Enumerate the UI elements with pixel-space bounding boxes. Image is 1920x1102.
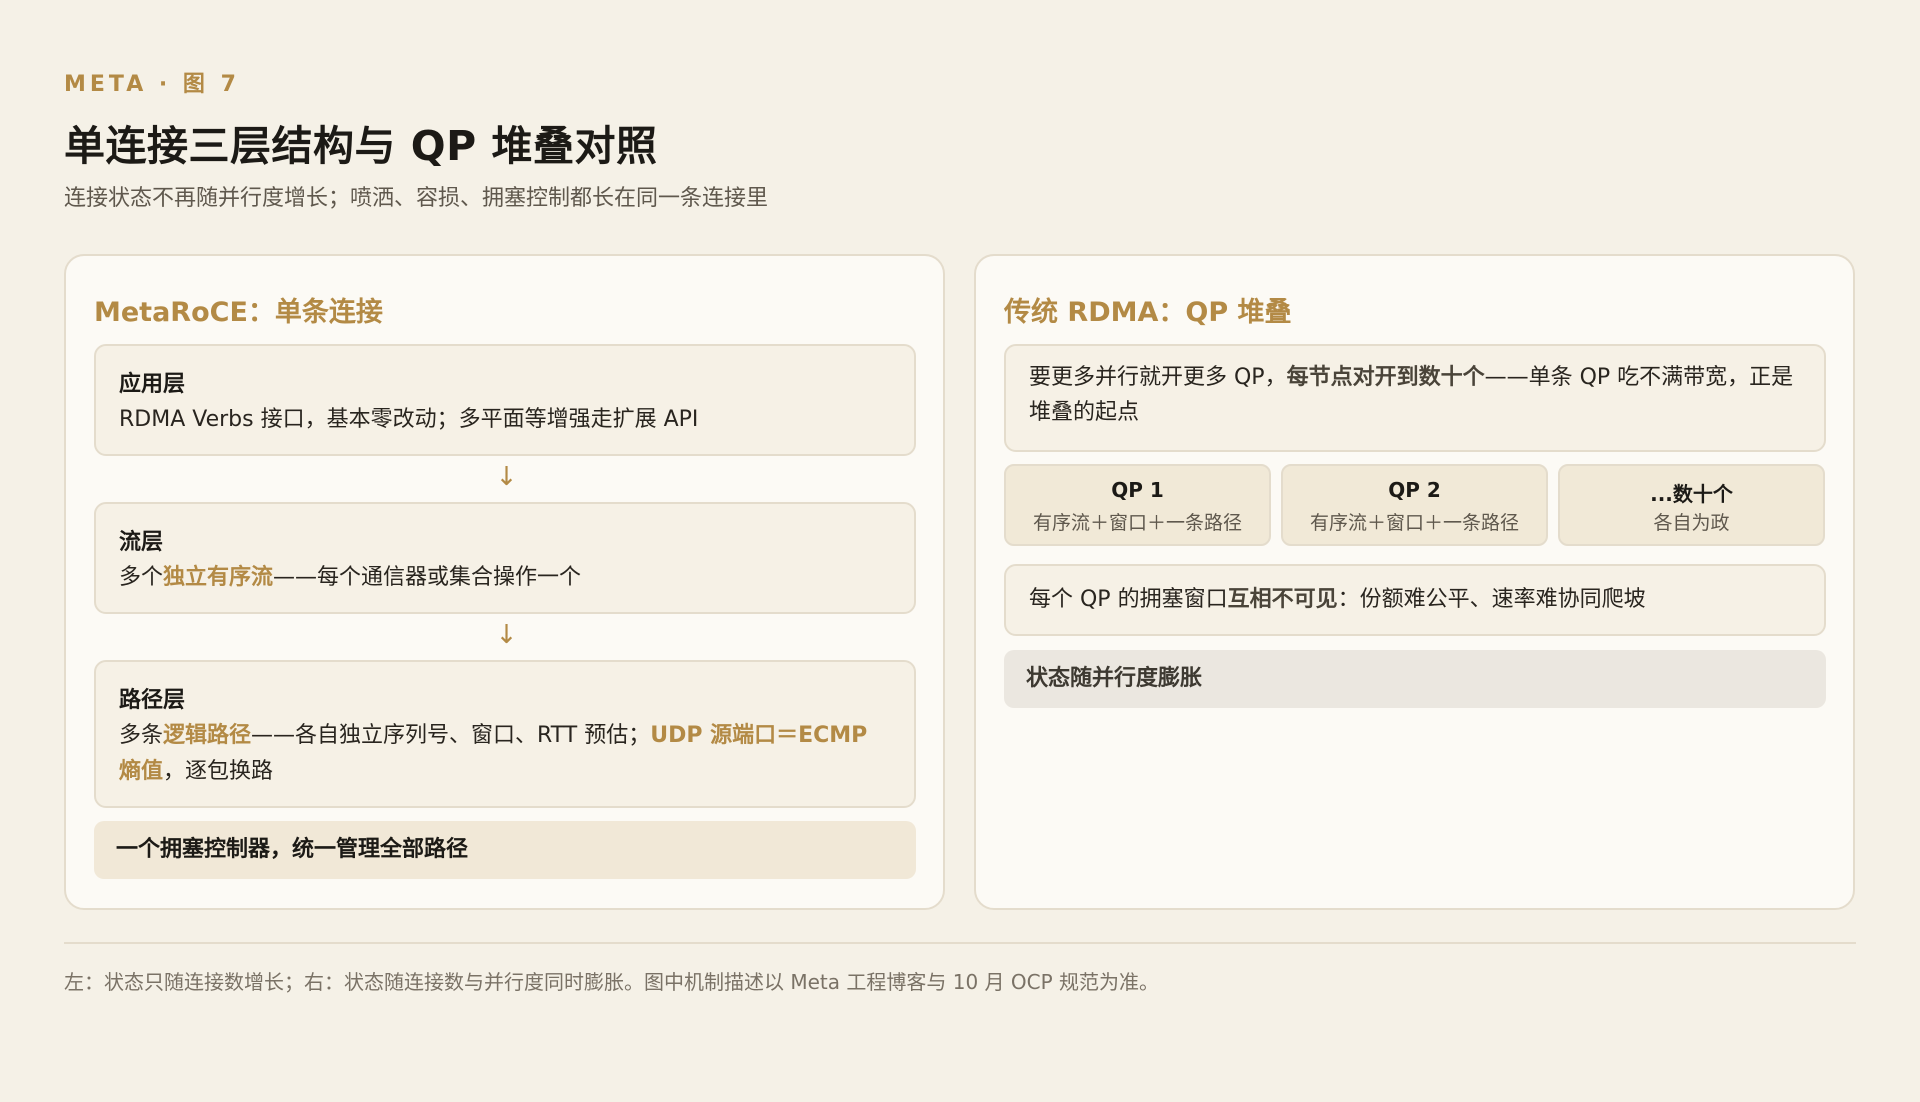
traditional-rdma-panel: 传统 RDMA：QP 堆叠 要更多并行就开更多 QP，每节点对开到数十个——单条… [974, 254, 1855, 910]
application-layer-box: 应用层 RDMA Verbs 接口，基本零改动；多平面等增强走扩展 API [94, 344, 916, 456]
path-layer-box: 路径层 多条逻辑路径——各自独立序列号、窗口、RTT 预估；UDP 源端口＝EC… [94, 660, 916, 808]
footer-divider [64, 942, 1856, 944]
flow-desc-pre: 多个 [119, 565, 164, 590]
qp-intro-box: 要更多并行就开更多 QP，每节点对开到数十个——单条 QP 吃不满带宽，正是堆叠… [1004, 344, 1826, 452]
qp-card: QP 2 有序流＋窗口＋一条路径 [1281, 464, 1548, 546]
qp-intro-desc: 要更多并行就开更多 QP，每节点对开到数十个——单条 QP 吃不满带宽，正是堆叠… [1029, 360, 1802, 430]
path-desc-pre: 多条 [119, 723, 164, 748]
qp-card-name: QP 2 [1388, 478, 1441, 502]
qp-card: ...数十个 各自为政 [1558, 464, 1825, 546]
note-pre: 每个 QP 的拥塞窗口 [1029, 587, 1228, 612]
flow-layer-label: 流层 [119, 530, 164, 555]
qp-card-name: QP 1 [1111, 478, 1164, 502]
qp-card: QP 1 有序流＋窗口＋一条路径 [1004, 464, 1271, 546]
path-desc-highlight: 逻辑路径 [163, 723, 252, 748]
congestion-window-note: 每个 QP 的拥塞窗口互相不可见：份额难公平、速率难协同爬坡 [1029, 582, 1802, 618]
qp-intro-bold: 每节点对开到数十个 [1286, 365, 1485, 390]
congestion-window-note-box: 每个 QP 的拥塞窗口互相不可见：份额难公平、速率难协同爬坡 [1004, 564, 1826, 636]
qp-card-desc: 有序流＋窗口＋一条路径 [1032, 512, 1242, 534]
path-layer-label: 路径层 [119, 688, 186, 713]
metaroce-panel-title: MetaRoCE：单条连接 [94, 297, 383, 328]
note-post: ：份额难公平、速率难协同爬坡 [1337, 587, 1646, 612]
flow-layer-box: 流层 多个独立有序流——每个通信器或集合操作一个 [94, 502, 916, 614]
qp-intro-pre: 要更多并行就开更多 QP， [1029, 365, 1287, 390]
flow-desc-highlight: 独立有序流 [163, 565, 274, 590]
flow-layer-desc: 多个独立有序流——每个通信器或集合操作一个 [119, 560, 892, 596]
qp-card-name: ...数十个 [1650, 482, 1733, 506]
metaroce-panel: MetaRoCE：单条连接 应用层 RDMA Verbs 接口，基本零改动；多平… [64, 254, 945, 910]
figure-eyebrow: META · 图 7 [64, 72, 240, 97]
flow-desc-post: ——每个通信器或集合操作一个 [273, 565, 582, 590]
path-layer-desc: 多条逻辑路径——各自独立序列号、窗口、RTT 预估；UDP 源端口＝ECMP 熵… [119, 718, 892, 790]
down-arrow-icon: ↓ [495, 462, 518, 492]
path-desc-mid: ——各自独立序列号、窗口、RTT 预估； [251, 723, 651, 748]
page-subtitle: 连接状态不再随并行度增长；喷洒、容损、拥塞控制都长在同一条连接里 [64, 186, 769, 211]
qp-card-desc: 有序流＋窗口＋一条路径 [1309, 512, 1519, 534]
down-arrow-icon: ↓ [495, 620, 518, 650]
page-title: 单连接三层结构与 QP 堆叠对照 [64, 122, 658, 170]
single-congestion-controller-banner: 一个拥塞控制器，统一管理全部路径 [94, 821, 916, 879]
note-bold: 互相不可见 [1227, 587, 1338, 612]
application-layer-label: 应用层 [119, 372, 186, 397]
state-inflation-banner: 状态随并行度膨胀 [1004, 650, 1826, 708]
application-layer-desc: RDMA Verbs 接口，基本零改动；多平面等增强走扩展 API [119, 407, 699, 432]
path-desc-post: ，逐包换路 [163, 759, 274, 784]
traditional-rdma-panel-title: 传统 RDMA：QP 堆叠 [1004, 297, 1292, 328]
qp-card-desc: 各自为政 [1653, 512, 1730, 534]
figure-caption: 左：状态只随连接数增长；右：状态随连接数与并行度同时膨胀。图中机制描述以 Met… [64, 970, 1160, 994]
